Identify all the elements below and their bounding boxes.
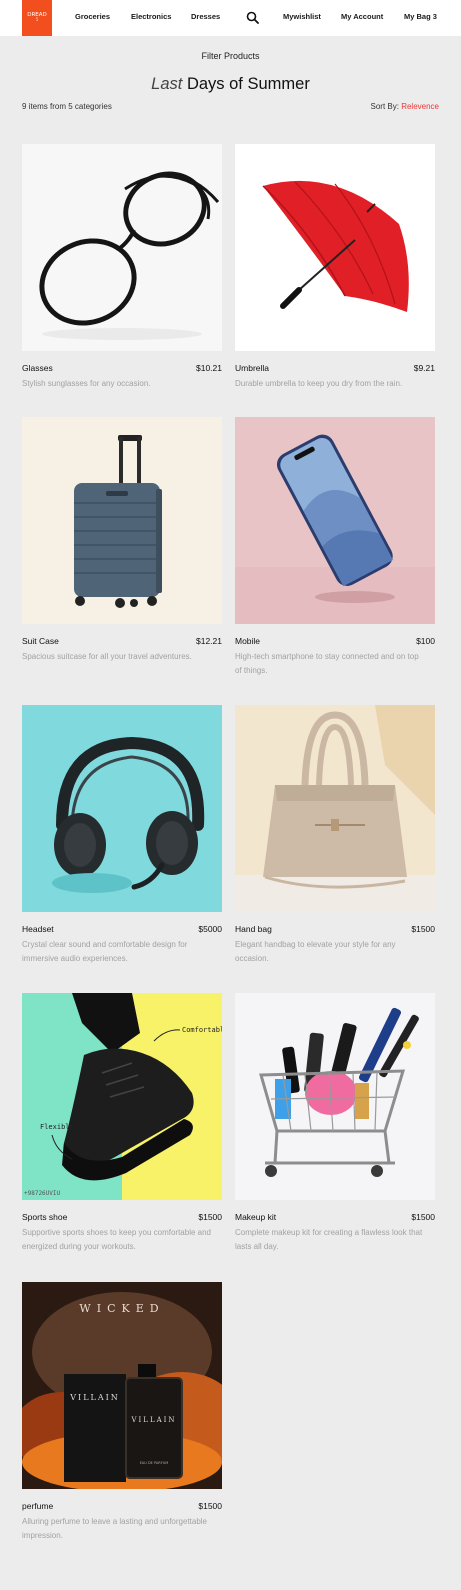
product-description: Elegant handbag to elevate your style fo…	[235, 940, 396, 963]
perfume-icon: WICKED VILLAIN VILLAIN EAU DE PARFUM	[22, 1282, 222, 1489]
filter-products-link[interactable]: Filter Products	[0, 51, 461, 61]
phone-icon	[235, 417, 435, 624]
product-name[interactable]: Glasses	[22, 363, 53, 373]
product-description: Supportive sports shoes to keep you comf…	[22, 1228, 211, 1251]
nav-bag[interactable]: My Bag 3	[404, 12, 437, 21]
product-price: $1500	[411, 924, 435, 934]
sort-control[interactable]: Sort By: Relevence	[371, 102, 440, 111]
product-description: Alluring perfume to leave a lasting and …	[22, 1517, 208, 1540]
perfume-bottle-label: VILLAIN	[130, 1416, 176, 1424]
product-card-suitcase[interactable]: Suit Case $12.21 Spacious suitcase for al…	[22, 417, 222, 664]
headset-icon	[22, 705, 222, 912]
brand-logo[interactable]: DREAD 5	[22, 0, 52, 36]
product-card-glasses[interactable]: Glasses $10.21 Stylish sunglasses for any…	[22, 144, 222, 391]
product-price: $1500	[198, 1501, 222, 1511]
product-price: $10.21	[196, 363, 222, 373]
cart-icon	[235, 993, 435, 1200]
product-price: $100	[416, 636, 435, 646]
handbag-icon	[235, 705, 435, 912]
product-name[interactable]: Mobile	[235, 636, 260, 646]
product-description: Durable umbrella to keep you dry from th…	[235, 379, 403, 388]
product-card-sports-shoe[interactable]: Comfortable Flexible +98726UVIU Sports s…	[22, 993, 222, 1254]
nav-wishlist[interactable]: Mywishlist	[283, 12, 321, 21]
suitcase-icon	[22, 417, 222, 624]
product-name[interactable]: perfume	[22, 1501, 53, 1511]
perfume-box-label: VILLAIN	[69, 1393, 120, 1402]
shoe-code: +98726UVIU	[24, 1190, 61, 1197]
perfume-edp-label: EAU DE PARFUM	[140, 1461, 169, 1465]
product-image-handbag[interactable]	[235, 705, 435, 912]
product-name[interactable]: Umbrella	[235, 363, 269, 373]
product-image-mobile[interactable]	[235, 417, 435, 624]
product-price: $1500	[198, 1212, 222, 1222]
shoe-callout-flexible: Flexible	[40, 1123, 74, 1131]
product-card-handbag[interactable]: Hand bag $1500 Elegant handbag to elevate…	[235, 705, 435, 966]
product-image-perfume[interactable]: WICKED VILLAIN VILLAIN EAU DE PARFUM	[22, 1282, 222, 1489]
nav-dresses[interactable]: Dresses	[191, 12, 220, 21]
search-icon[interactable]	[246, 11, 259, 24]
product-name[interactable]: Suit Case	[22, 636, 59, 646]
product-card-headset[interactable]: Headset $5000 Crystal clear sound and com…	[22, 705, 222, 966]
page-title: Last Days of Summer	[0, 75, 461, 94]
shoe-callout-comfortable: Comfortable	[182, 1026, 222, 1034]
nav-electronics[interactable]: Electronics	[131, 12, 171, 21]
product-name[interactable]: Sports shoe	[22, 1212, 67, 1222]
product-card-umbrella[interactable]: Umbrella $9.21 Durable umbrella to keep y…	[235, 144, 435, 391]
product-price: $12.21	[196, 636, 222, 646]
product-description: High-tech smartphone to stay connected a…	[235, 652, 419, 675]
product-card-perfume[interactable]: WICKED VILLAIN VILLAIN EAU DE PARFUM per…	[22, 1282, 222, 1543]
product-image-makeup-kit[interactable]	[235, 993, 435, 1200]
product-description: Spacious suitcase for all your travel ad…	[22, 652, 192, 661]
sort-label: Sort By:	[370, 102, 402, 111]
product-image-suitcase[interactable]	[22, 417, 222, 624]
product-image-glasses[interactable]	[22, 144, 222, 351]
product-image-sports-shoe[interactable]: Comfortable Flexible +98726UVIU	[22, 993, 222, 1200]
nav-account[interactable]: My Account	[341, 12, 383, 21]
product-description: Stylish sunglasses for any occasion.	[22, 379, 151, 388]
product-price: $1500	[411, 1212, 435, 1222]
product-name[interactable]: Makeup kit	[235, 1212, 276, 1222]
product-price: $5000	[198, 924, 222, 934]
product-card-makeup-kit[interactable]: Makeup kit $1500 Complete makeup kit for …	[235, 993, 435, 1254]
glasses-icon	[22, 144, 222, 351]
product-image-umbrella[interactable]	[235, 144, 435, 351]
product-description: Complete makeup kit for creating a flawl…	[235, 1228, 423, 1251]
product-name[interactable]: Hand bag	[235, 924, 272, 934]
product-name[interactable]: Headset	[22, 924, 54, 934]
sort-value[interactable]: Relevence	[401, 102, 439, 111]
product-image-headset[interactable]	[22, 705, 222, 912]
product-card-mobile[interactable]: Mobile $100 High-tech smartphone to stay …	[235, 417, 435, 678]
top-navbar: DREAD 5 Groceries Electronics Dresses My…	[0, 0, 461, 36]
shoe-icon: Comfortable Flexible +98726UVIU	[22, 993, 222, 1200]
title-italic: Last	[151, 75, 183, 93]
results-count: 9 items from 5 categories	[22, 102, 112, 111]
logo-subtext: 5	[35, 17, 39, 23]
title-rest: Days of Summer	[182, 75, 310, 93]
nav-groceries[interactable]: Groceries	[75, 12, 110, 21]
product-price: $9.21	[413, 363, 435, 373]
product-description: Crystal clear sound and comfortable desi…	[22, 940, 188, 963]
umbrella-icon	[235, 144, 435, 351]
perfume-brand-wicked: WICKED	[79, 1302, 164, 1315]
